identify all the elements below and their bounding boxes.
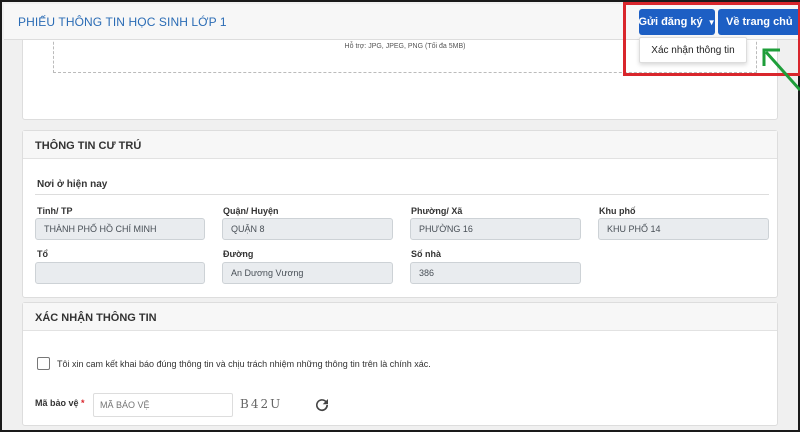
group-label: Tổ (37, 249, 48, 259)
dropdown-item-confirm-info[interactable]: Xác nhận thông tin (639, 37, 747, 63)
divider (35, 194, 769, 195)
captcha-image: B42U (240, 397, 283, 411)
submit-registration-button[interactable]: Gửi đăng ký ▼ (639, 9, 715, 35)
residence-section-title: THÔNG TIN CƯ TRÚ (23, 131, 777, 159)
captcha-label-text: Mã bảo vệ (35, 398, 79, 408)
required-mark: * (81, 398, 85, 408)
home-button-label: Về trang chủ (726, 16, 793, 28)
province-field[interactable]: THÀNH PHỐ HỒ CHÍ MINH (35, 218, 205, 240)
street-label: Đường (223, 249, 254, 259)
district-label: Quận/ Huyện (223, 206, 279, 216)
house-number-field[interactable]: 386 (410, 262, 581, 284)
pointer-arrow-icon (762, 48, 800, 92)
group-field[interactable] (35, 262, 205, 284)
house-number-label: Số nhà (411, 249, 442, 259)
confirm-card: XÁC NHẬN THÔNG TIN Tôi xin cam kết khai … (22, 302, 778, 426)
residence-card: THÔNG TIN CƯ TRÚ Nơi ở hiện nay Tỉnh/ TP… (22, 130, 778, 298)
quarter-field[interactable]: KHU PHỐ 14 (598, 218, 769, 240)
captcha-input[interactable] (93, 393, 233, 417)
page-title: PHIẾU THÔNG TIN HỌC SINH LỚP 1 (18, 15, 227, 29)
ward-field[interactable]: PHƯỜNG 16 (410, 218, 581, 240)
province-label: Tỉnh/ TP (37, 206, 73, 216)
street-field[interactable]: An Dương Vương (222, 262, 393, 284)
district-field[interactable]: QUẬN 8 (222, 218, 393, 240)
ward-label: Phường/ Xã (411, 206, 463, 216)
refresh-icon[interactable] (313, 396, 331, 414)
captcha-label: Mã bảo vệ * (35, 398, 85, 408)
quarter-label: Khu phố (599, 206, 636, 216)
commit-checkbox[interactable] (37, 357, 50, 370)
caret-down-icon: ▼ (707, 17, 715, 27)
commit-statement: Tôi xin cam kết khai báo đúng thông tin … (57, 359, 431, 369)
confirm-section-title: XÁC NHẬN THÔNG TIN (23, 303, 777, 331)
app-window: Hỗ trợ: JPG, JPEG, PNG (Tối đa 5MB) THÔN… (0, 0, 800, 432)
current-residence-subtitle: Nơi ở hiện nay (37, 179, 108, 190)
submit-button-label: Gửi đăng ký (639, 16, 703, 28)
home-button[interactable]: Về trang chủ (718, 9, 800, 35)
